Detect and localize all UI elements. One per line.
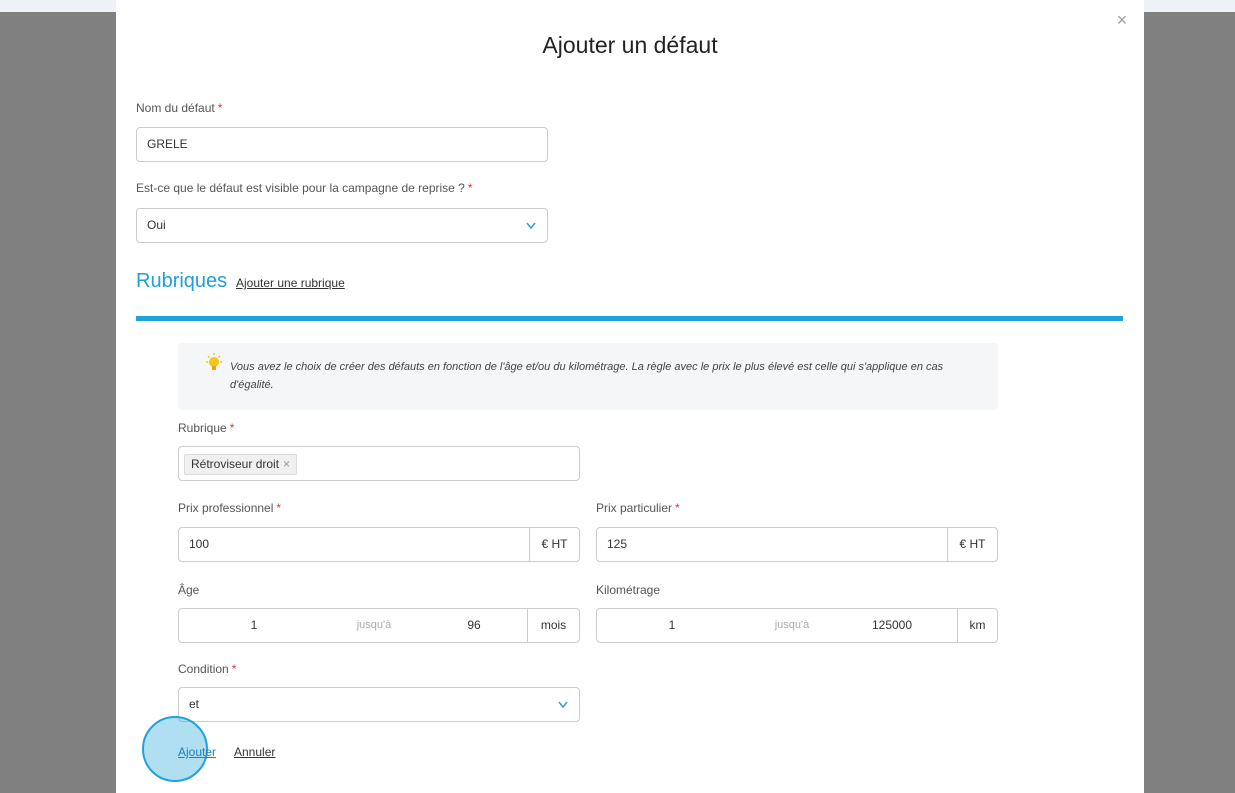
required-marker: * bbox=[276, 501, 282, 515]
rubrique-label-text: Rubrique bbox=[178, 421, 227, 435]
close-icon[interactable]: × bbox=[1112, 10, 1132, 30]
modal-backdrop-left[interactable] bbox=[0, 12, 116, 793]
pro-price-input[interactable]: 100 € HT bbox=[178, 527, 580, 562]
lightbulb-icon bbox=[204, 352, 224, 374]
cancel-button[interactable]: Annuler bbox=[234, 745, 275, 759]
age-to-value[interactable]: 96 bbox=[419, 609, 529, 642]
rubrique-tag: Rétroviseur droit × bbox=[184, 454, 298, 475]
rubriques-title: Rubriques bbox=[136, 270, 228, 292]
part-price-label: Prix particulier * bbox=[596, 501, 680, 515]
modal-title: Ajouter un défaut bbox=[542, 32, 718, 58]
required-marker: * bbox=[467, 181, 473, 195]
condition-label: Condition * bbox=[178, 662, 236, 676]
part-price-unit: € HT bbox=[947, 528, 997, 561]
pro-price-label: Prix professionnel * bbox=[178, 501, 281, 515]
age-range-separator: jusqu'à bbox=[356, 619, 392, 631]
km-to-value[interactable]: 125000 bbox=[832, 609, 952, 642]
km-unit: km bbox=[957, 609, 997, 642]
defect-name-label: Nom du défaut * bbox=[136, 101, 222, 115]
required-marker: * bbox=[231, 662, 237, 676]
condition-label-text: Condition bbox=[178, 662, 229, 676]
add-rubrique-link[interactable]: Ajouter une rubrique bbox=[236, 276, 345, 290]
defect-name-input[interactable]: GRELE bbox=[136, 127, 548, 162]
km-from-value[interactable]: 1 bbox=[597, 609, 747, 642]
condition-select-value: et bbox=[189, 697, 200, 711]
required-marker: * bbox=[229, 421, 235, 435]
age-from-value[interactable]: 1 bbox=[179, 609, 329, 642]
age-unit: mois bbox=[527, 609, 579, 642]
defect-name-label-text: Nom du défaut bbox=[136, 101, 215, 115]
modal-backdrop-right[interactable] bbox=[1144, 12, 1235, 793]
visibility-select-value: Oui bbox=[147, 218, 166, 232]
part-price-input[interactable]: 125 € HT bbox=[596, 527, 998, 562]
section-divider bbox=[136, 316, 1123, 321]
age-label: Âge bbox=[178, 583, 200, 597]
km-label: Kilométrage bbox=[596, 583, 661, 597]
pro-price-unit: € HT bbox=[529, 528, 579, 561]
visibility-select[interactable]: Oui bbox=[136, 208, 548, 243]
required-marker: * bbox=[675, 501, 680, 515]
pro-price-value: 100 bbox=[189, 537, 210, 551]
rubrique-tag-label: Rétroviseur droit bbox=[191, 457, 280, 471]
pro-price-label-text: Prix professionnel bbox=[178, 501, 274, 515]
tag-remove-icon[interactable]: × bbox=[283, 457, 290, 471]
chevron-down-icon bbox=[557, 688, 569, 734]
info-text: Vous avez le choix de créer des défauts … bbox=[230, 361, 944, 391]
km-range-separator: jusqu'à bbox=[774, 619, 810, 631]
visibility-label-text: Est-ce que le défaut est visible pour la… bbox=[136, 181, 465, 195]
visibility-label: Est-ce que le défaut est visible pour la… bbox=[136, 181, 473, 195]
rubrique-label: Rubrique * bbox=[178, 421, 234, 435]
age-range-input[interactable]: 1 jusqu'à 96 mois bbox=[178, 608, 580, 643]
add-button[interactable]: Ajouter bbox=[178, 745, 216, 759]
part-price-label-text: Prix particulier bbox=[596, 501, 673, 515]
km-range-input[interactable]: 1 jusqu'à 125000 km bbox=[596, 608, 998, 643]
condition-select[interactable]: et bbox=[178, 687, 580, 722]
part-price-value: 125 bbox=[607, 537, 628, 551]
chevron-down-icon bbox=[525, 209, 537, 255]
required-marker: * bbox=[217, 101, 223, 115]
